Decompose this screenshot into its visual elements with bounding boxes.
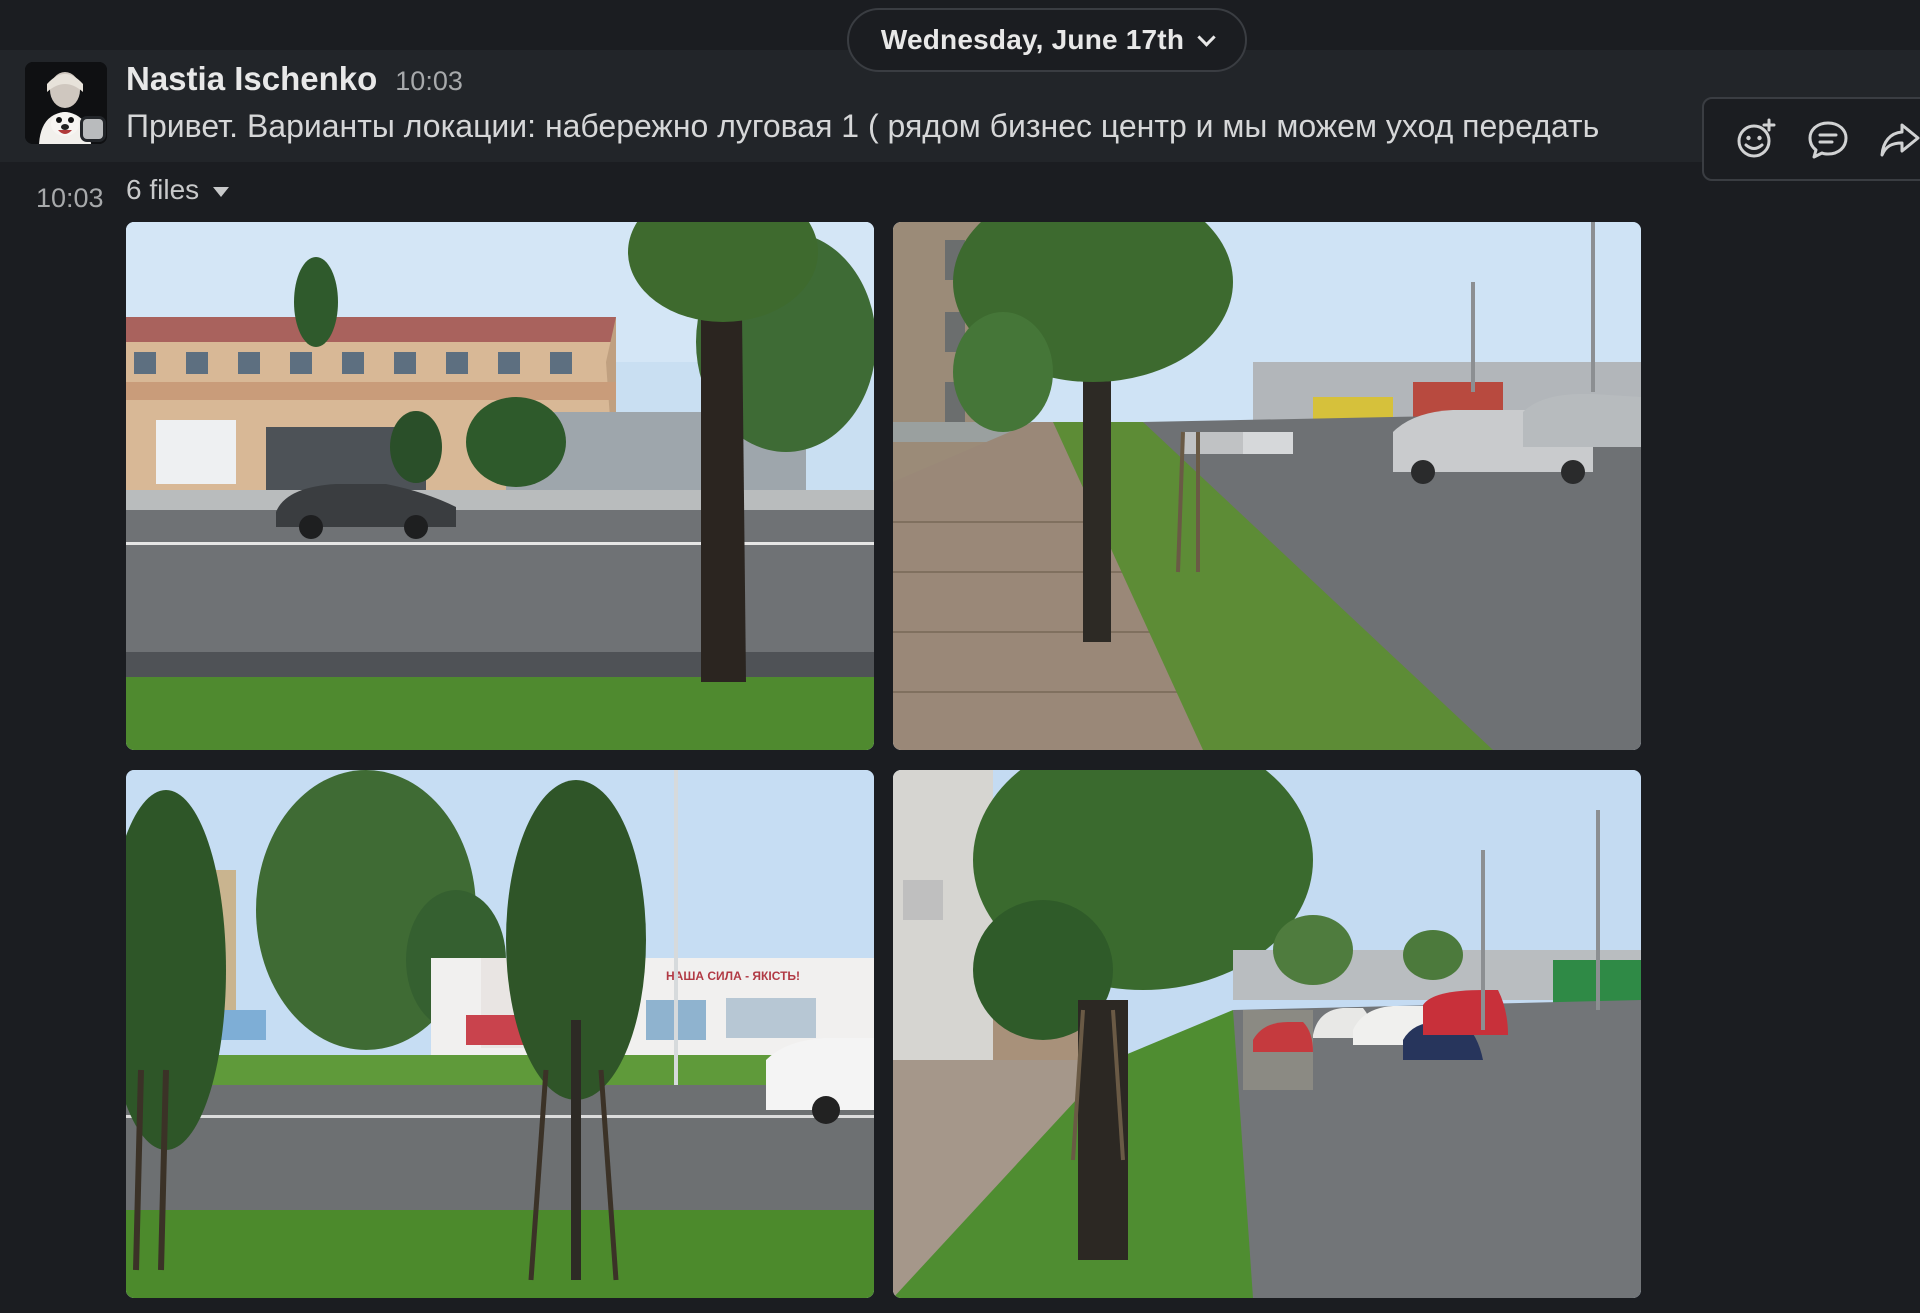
files-toggle[interactable]: 6 files bbox=[126, 174, 230, 206]
date-divider-button[interactable]: Wednesday, June 17th bbox=[847, 8, 1247, 72]
presence-status-icon bbox=[83, 119, 103, 139]
reply-in-thread-icon[interactable] bbox=[1796, 107, 1860, 171]
street-photo-1[interactable] bbox=[126, 222, 874, 750]
street-photo-3[interactable]: НАША СИЛА - ЯКІСТЬ! bbox=[126, 770, 874, 1298]
street-photo-2[interactable] bbox=[893, 222, 1641, 750]
message-header: Nastia Ischenko 10:03 bbox=[126, 60, 463, 98]
date-divider-label: Wednesday, June 17th bbox=[880, 24, 1185, 55]
attachment-timestamp[interactable]: 10:03 bbox=[36, 183, 104, 214]
street-photo-4[interactable] bbox=[893, 770, 1641, 1298]
billboard-text: НАША СИЛА - ЯКІСТЬ! bbox=[666, 969, 800, 983]
files-count-label: 6 files bbox=[126, 174, 200, 205]
chevron-down-icon bbox=[1197, 27, 1216, 47]
chat-window: Wednesday, June 17th Nastia Ischenko 10:… bbox=[0, 0, 1920, 1313]
sender-name[interactable]: Nastia Ischenko bbox=[126, 60, 377, 98]
message-actions-toolbar bbox=[1702, 97, 1920, 181]
add-reaction-icon[interactable] bbox=[1724, 107, 1788, 171]
caret-down-icon bbox=[213, 187, 230, 197]
message-timestamp[interactable]: 10:03 bbox=[395, 66, 463, 97]
message-text: Привет. Варианты локации: набережно луго… bbox=[126, 108, 1600, 144]
share-message-icon[interactable] bbox=[1868, 107, 1920, 171]
